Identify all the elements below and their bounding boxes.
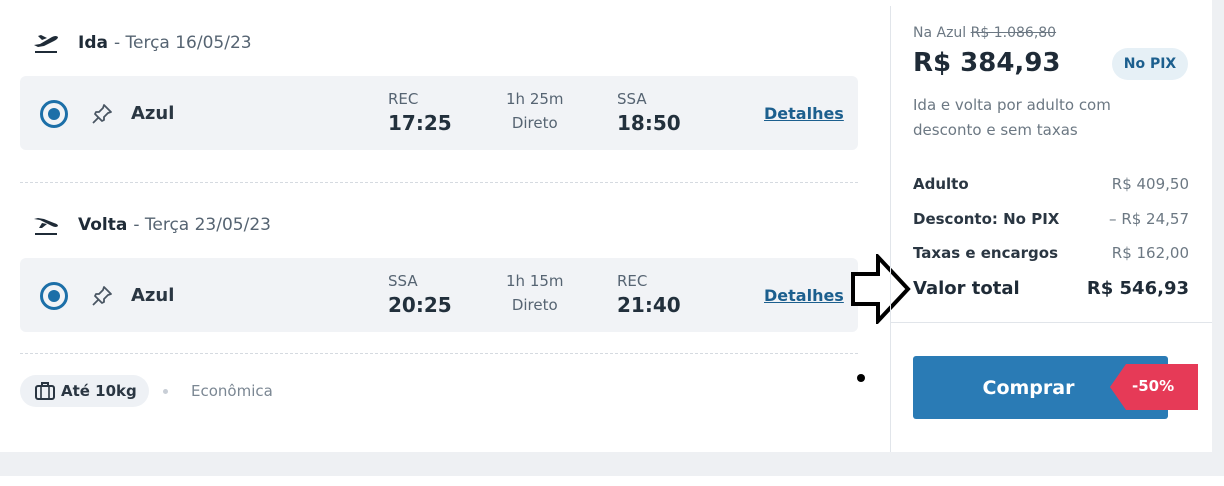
price-description: Ida e volta por adulto com desconto e se…	[913, 96, 1111, 139]
inbound-duration: 1h 15m Direto	[506, 272, 564, 314]
discount-tag-label: -50%	[1132, 377, 1175, 395]
summary-divider	[890, 6, 891, 452]
outbound-duration: 1h 25m Direto	[506, 90, 564, 132]
inbound-arrival: REC 21:40	[617, 272, 681, 317]
line-value: – R$ 24,57	[1109, 210, 1189, 228]
annotation-arrow-icon	[851, 254, 911, 324]
line-label: Adulto	[913, 175, 969, 193]
inbound-date: - Terça 23/05/23	[133, 215, 271, 235]
annotation-dot	[857, 374, 865, 382]
outbound-airline: Azul	[131, 103, 175, 124]
inbound-direction: Volta	[78, 215, 128, 235]
flight-offer-card: Ida - Terça 16/05/23 Azul REC 17:25 1h 2…	[0, 0, 1212, 452]
line-value: R$ 409,50	[1111, 175, 1189, 193]
cabin-class: Econômica	[191, 382, 273, 400]
outbound-direction: Ida	[78, 33, 108, 53]
separator-dot	[163, 389, 168, 394]
discount-tag: -50%	[1110, 364, 1198, 410]
stops: Direto	[511, 296, 558, 314]
pix-badge: No PIX	[1112, 48, 1188, 80]
outbound-arrival: SSA 18:50	[617, 90, 681, 135]
departure-time: 17:25	[388, 111, 452, 135]
departure-time: 20:25	[388, 293, 452, 317]
outbound-flight-row[interactable]: Azul REC 17:25 1h 25m Direto SSA 18:50 D…	[20, 76, 858, 150]
baggage-label: Até 10kg	[61, 382, 137, 400]
line-label: Taxas e encargos	[913, 244, 1058, 262]
total-row: Valor total R$ 546,93	[913, 278, 1189, 299]
line-value: R$ 162,00	[1111, 244, 1189, 262]
inbound-airline: Azul	[131, 285, 175, 306]
dest-code: REC	[617, 272, 648, 290]
next-card-edge	[0, 476, 1224, 486]
stops: Direto	[511, 114, 558, 132]
inbound-flight-row[interactable]: Azul SSA 20:25 1h 15m Direto REC 21:40 D…	[20, 258, 858, 332]
total-label: Valor total	[913, 278, 1020, 299]
pin-icon	[92, 286, 112, 306]
arrival-time: 21:40	[617, 293, 681, 317]
line-item-taxes: Taxas e encargos R$ 162,00	[913, 244, 1189, 262]
pin-icon	[92, 104, 112, 124]
outbound-details-link[interactable]: Detalhes	[764, 104, 844, 123]
plane-takeoff-icon	[34, 35, 58, 53]
origin-code: REC	[388, 90, 419, 108]
inbound-header: Volta - Terça 23/05/23	[32, 214, 271, 236]
airline-original-price: Na Azul R$ 1.086,80	[913, 25, 1056, 41]
dashed-divider	[20, 182, 858, 183]
inbound-radio[interactable]	[40, 282, 68, 310]
summary-divider-horizontal	[891, 322, 1212, 323]
airline-prefix: Na Azul	[913, 25, 967, 41]
baggage-badge: Até 10kg	[20, 375, 149, 407]
dest-code: SSA	[617, 90, 647, 108]
buy-label: Comprar	[982, 376, 1075, 399]
original-price: R$ 1.086,80	[970, 25, 1057, 41]
duration: 1h 15m	[506, 272, 564, 290]
outbound-departure: REC 17:25	[388, 90, 452, 135]
outbound-date: - Terça 16/05/23	[113, 33, 252, 53]
discounted-price: R$ 384,93	[913, 48, 1061, 78]
arrival-time: 18:50	[617, 111, 681, 135]
outbound-radio[interactable]	[40, 100, 68, 128]
inbound-details-link[interactable]: Detalhes	[764, 286, 844, 305]
suitcase-icon	[35, 382, 55, 400]
dashed-divider	[20, 353, 858, 354]
line-label: Desconto: No PIX	[913, 210, 1060, 228]
inbound-departure: SSA 20:25	[388, 272, 452, 317]
outbound-header: Ida - Terça 16/05/23	[32, 32, 252, 54]
line-item-adult: Adulto R$ 409,50	[913, 175, 1189, 193]
duration: 1h 25m	[506, 90, 564, 108]
line-item-discount: Desconto: No PIX – R$ 24,57	[913, 210, 1189, 228]
total-value: R$ 546,93	[1086, 278, 1189, 299]
plane-landing-icon	[34, 218, 58, 235]
origin-code: SSA	[388, 272, 418, 290]
